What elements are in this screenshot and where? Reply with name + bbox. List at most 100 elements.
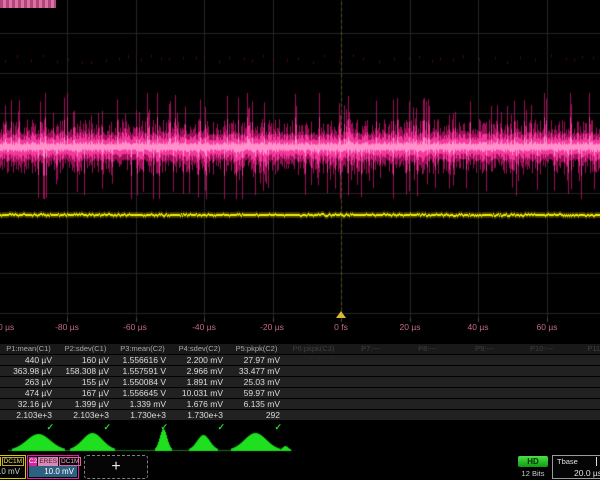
- param-header-p3[interactable]: P3:mean(C2): [114, 344, 171, 354]
- param-header-p8[interactable]: P8:---: [399, 344, 456, 354]
- measurement-value: 167 µV: [57, 388, 114, 398]
- axis-tick-label: 40 µs: [468, 322, 489, 332]
- measurement-value: 440 µV: [0, 355, 57, 365]
- measurement-value: 32.16 µV: [0, 399, 57, 409]
- timebase-descriptor[interactable]: Tbase 20.0 µs/div: [552, 455, 600, 479]
- bit-resolution-label: 12 Bits: [510, 469, 556, 478]
- measurement-value: [513, 355, 570, 365]
- measurement-value: [570, 355, 600, 365]
- measurement-value: 363.98 µV: [0, 366, 57, 376]
- measurement-value: 1.550084 V: [114, 377, 171, 387]
- param-header-p1[interactable]: P1:mean(C1): [0, 344, 57, 354]
- timebase-separator: [596, 457, 597, 466]
- measurement-value: 2.966 mV: [171, 366, 228, 376]
- measurement-value: 1.891 mV: [171, 377, 228, 387]
- measurement-value: 1.730e+3: [171, 410, 228, 420]
- measurement-value: [456, 355, 513, 365]
- axis-tick-label: -40 µs: [192, 322, 216, 332]
- axis-tick-label: 0 fs: [334, 322, 348, 332]
- measurement-value: 2.103e+3: [57, 410, 114, 420]
- axis-tick-label: 20 µs: [400, 322, 421, 332]
- param-header-p9[interactable]: P9:---: [456, 344, 513, 354]
- measurement-value: 1.557591 V: [114, 366, 171, 376]
- descriptor-bar: C1 DC1M 10.0 mV C2 ERES DC1M 10.0 mV + H…: [0, 453, 600, 480]
- status-check-icon: ✓: [57, 421, 114, 433]
- measurement-value: 155 µV: [57, 377, 114, 387]
- measurement-table: P1:mean(C1)P2:sdev(C1)P3:mean(C2)P4:sdev…: [0, 344, 600, 433]
- param-header-p11[interactable]: P11:---: [570, 344, 600, 354]
- measurement-value: [285, 377, 342, 387]
- measurement-value: 27.97 mV: [228, 355, 285, 365]
- measurement-value: [570, 388, 600, 398]
- measurement-value: [570, 410, 600, 420]
- measurement-value: [513, 366, 570, 376]
- axis-tick-label: -100 µs: [0, 322, 14, 332]
- measurement-value: [342, 366, 399, 376]
- measurement-value: [399, 388, 456, 398]
- measurement-value: [399, 410, 456, 420]
- measurement-value: 158.308 µV: [57, 366, 114, 376]
- status-check-icon: ✓: [171, 421, 228, 433]
- axis-tick-label: -20 µs: [260, 322, 284, 332]
- param-header-p7[interactable]: P7:---: [342, 344, 399, 354]
- measurement-value: [570, 366, 600, 376]
- measurement-value: 6.135 mV: [228, 399, 285, 409]
- axis-tick-label: 60 µs: [537, 322, 558, 332]
- param-header-p4[interactable]: P4:sdev(C2): [171, 344, 228, 354]
- measurement-value: [513, 388, 570, 398]
- measurement-value: [456, 366, 513, 376]
- oscilloscope-screen: -100 µs-80 µs-60 µs-40 µs-20 µs0 fs20 µs…: [0, 0, 600, 480]
- eres-badge: ERES: [38, 457, 58, 466]
- measurement-value: [285, 410, 342, 420]
- measurement-value: [399, 366, 456, 376]
- measurement-value: [399, 399, 456, 409]
- timebase-value: 20.0 µs/div: [574, 468, 600, 478]
- measurement-value: [285, 355, 342, 365]
- status-check-icon: ✓: [228, 421, 285, 433]
- measurement-value: 1.399 µV: [57, 399, 114, 409]
- status-check-icon: ✓: [0, 421, 57, 433]
- hd-mode-badge[interactable]: HD: [518, 456, 548, 467]
- param-header-p2[interactable]: P2:sdev(C1): [57, 344, 114, 354]
- measurement-value: [570, 377, 600, 387]
- measurement-value: 160 µV: [57, 355, 114, 365]
- channel2-descriptor[interactable]: C2 ERES DC1M 10.0 mV: [27, 455, 79, 479]
- status-check-icon: ✓: [114, 421, 171, 433]
- measurement-value: 1.556616 V: [114, 355, 171, 365]
- measurement-value: 1.556645 V: [114, 388, 171, 398]
- channel1-label: C1: [0, 457, 1, 466]
- measurement-value: [342, 377, 399, 387]
- measurement-value: [285, 366, 342, 376]
- measurement-value: [342, 388, 399, 398]
- param-header-p6[interactable]: P6:pkpk(C3): [285, 344, 342, 354]
- channel1-scale: 10.0 mV: [0, 466, 24, 477]
- param-header-p10[interactable]: P10:---: [513, 344, 570, 354]
- measurement-value: [399, 377, 456, 387]
- measurement-value: 1.339 mV: [114, 399, 171, 409]
- measurement-value: [456, 410, 513, 420]
- measurement-value: [342, 355, 399, 365]
- measurement-value: [513, 377, 570, 387]
- measurement-value: [513, 410, 570, 420]
- timebase-title: Tbase: [557, 457, 578, 466]
- channel1-descriptor[interactable]: C1 DC1M 10.0 mV: [0, 455, 26, 479]
- measurement-value: 1.676 mV: [171, 399, 228, 409]
- measurement-value: 2.103e+3: [0, 410, 57, 420]
- channel1-coupling-badge: DC1M: [2, 457, 24, 466]
- param-header-p5[interactable]: P5:pkpk(C2): [228, 344, 285, 354]
- top-left-badge: [0, 0, 56, 8]
- channel2-scale: 10.0 mV: [29, 466, 77, 477]
- axis-tick-label: -60 µs: [123, 322, 147, 332]
- add-trace-button[interactable]: +: [84, 455, 148, 479]
- measurement-value: [456, 399, 513, 409]
- measurement-value: 474 µV: [0, 388, 57, 398]
- measurement-value: [342, 410, 399, 420]
- measurement-value: [456, 377, 513, 387]
- measurement-value: [570, 399, 600, 409]
- channel2-label: C2: [29, 457, 37, 466]
- measurement-value: [285, 388, 342, 398]
- trigger-position-marker[interactable]: [336, 311, 346, 318]
- measurement-value: [513, 399, 570, 409]
- measurement-value: 10.031 mV: [171, 388, 228, 398]
- measurement-value: 33.477 mV: [228, 366, 285, 376]
